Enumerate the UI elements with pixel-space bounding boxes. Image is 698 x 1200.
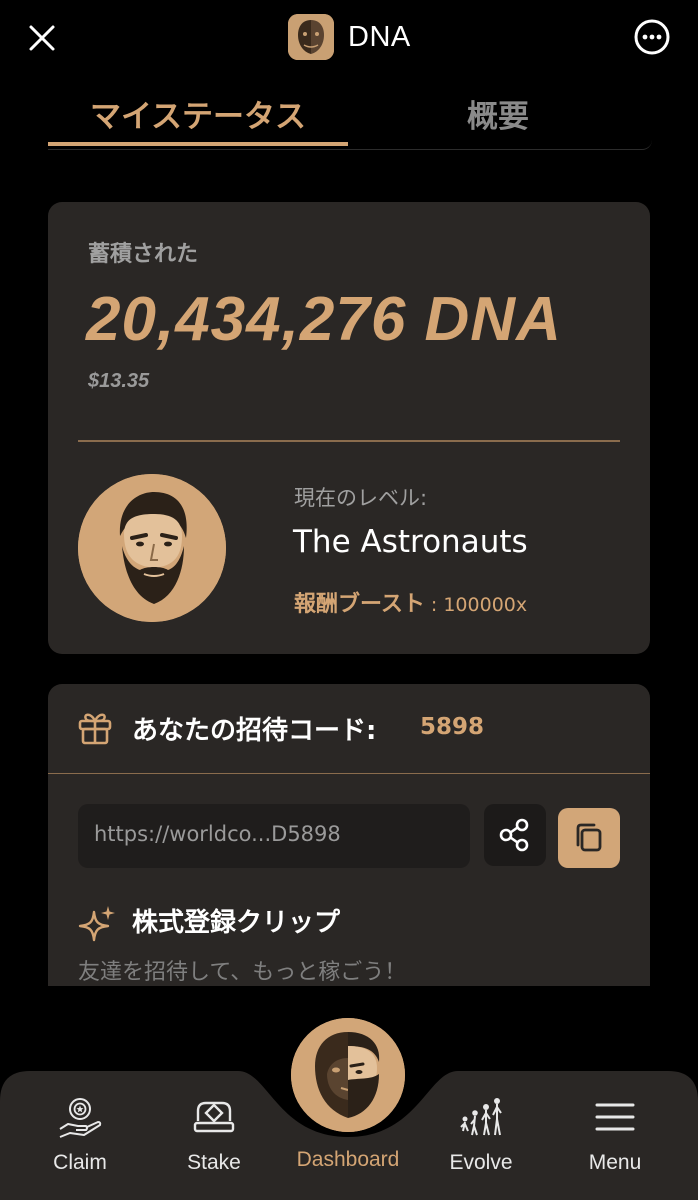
- active-tab-indicator: [48, 142, 348, 146]
- stake-icon: [193, 1101, 235, 1133]
- close-icon: [29, 25, 55, 51]
- close-button[interactable]: [22, 18, 62, 58]
- reward-boost-value: : 100000x: [430, 594, 528, 616]
- nav-stake[interactable]: Stake: [159, 1093, 269, 1193]
- invite-card: あなたの招待コード: 5898 https://worldco...D5898 …: [48, 684, 650, 986]
- copy-button[interactable]: [558, 808, 620, 868]
- level-label: 現在のレベル:: [294, 486, 428, 510]
- level-name: The Astronauts: [293, 524, 528, 560]
- balance-card: 蓄積された 20,434,276 DNA $13.35 現在のレベル: The …: [48, 202, 650, 654]
- more-options-icon: [634, 19, 670, 55]
- copy-icon: [576, 823, 602, 852]
- balance-amount: 20,434,276 DNA: [86, 285, 562, 354]
- nav-dashboard-label: Dashboard: [296, 1148, 400, 1171]
- top-bar: DNA: [0, 0, 698, 76]
- balance-label: 蓄積された: [88, 242, 199, 267]
- tab-overview[interactable]: 概要: [348, 80, 648, 146]
- share-button[interactable]: [484, 804, 546, 866]
- dna-logo-icon: [288, 14, 334, 60]
- nav-evolve[interactable]: Evolve: [426, 1093, 536, 1193]
- stock-clip-description: 友達を招待して、もっと稼ごう！: [78, 960, 407, 985]
- reward-boost: 報酬ブースト : 100000x: [294, 586, 527, 618]
- stock-clip-title: 株式登録クリップ: [132, 908, 341, 938]
- claim-award-icon: [59, 1098, 102, 1138]
- nav-stake-label: Stake: [187, 1151, 241, 1174]
- divider: [78, 440, 620, 442]
- sparkle-icon: [78, 906, 115, 942]
- app-title-area: DNA: [288, 14, 411, 60]
- share-icon: [499, 818, 529, 852]
- nav-claim[interactable]: Claim: [25, 1093, 135, 1193]
- balance-usd-value: $13.35: [88, 370, 150, 392]
- gift-icon: [78, 713, 112, 745]
- tab-bar: マイステータス 概要: [48, 80, 652, 150]
- invite-link-text: https://worldco...D5898: [94, 822, 341, 846]
- invite-code-label: あなたの招待コード:: [132, 716, 377, 746]
- tab-my-status[interactable]: マイステータス: [48, 80, 348, 146]
- more-options-button[interactable]: [633, 18, 671, 56]
- nav-menu[interactable]: Menu: [560, 1093, 670, 1193]
- dashboard-face-icon: [291, 1018, 405, 1132]
- invite-code-value: 5898: [420, 714, 485, 740]
- reward-boost-label: 報酬ブースト: [294, 592, 425, 617]
- nav-claim-label: Claim: [53, 1151, 107, 1174]
- invite-link-field[interactable]: https://worldco...D5898: [78, 804, 470, 868]
- nav-evolve-label: Evolve: [449, 1151, 513, 1174]
- evolve-icon: [460, 1098, 502, 1136]
- nav-dashboard-button[interactable]: [291, 1018, 405, 1132]
- menu-hamburger-icon: [595, 1103, 635, 1131]
- nav-menu-label: Menu: [588, 1151, 642, 1174]
- invite-header: あなたの招待コード: 5898: [48, 684, 650, 774]
- level-avatar: [78, 474, 226, 622]
- app-title: DNA: [348, 20, 411, 53]
